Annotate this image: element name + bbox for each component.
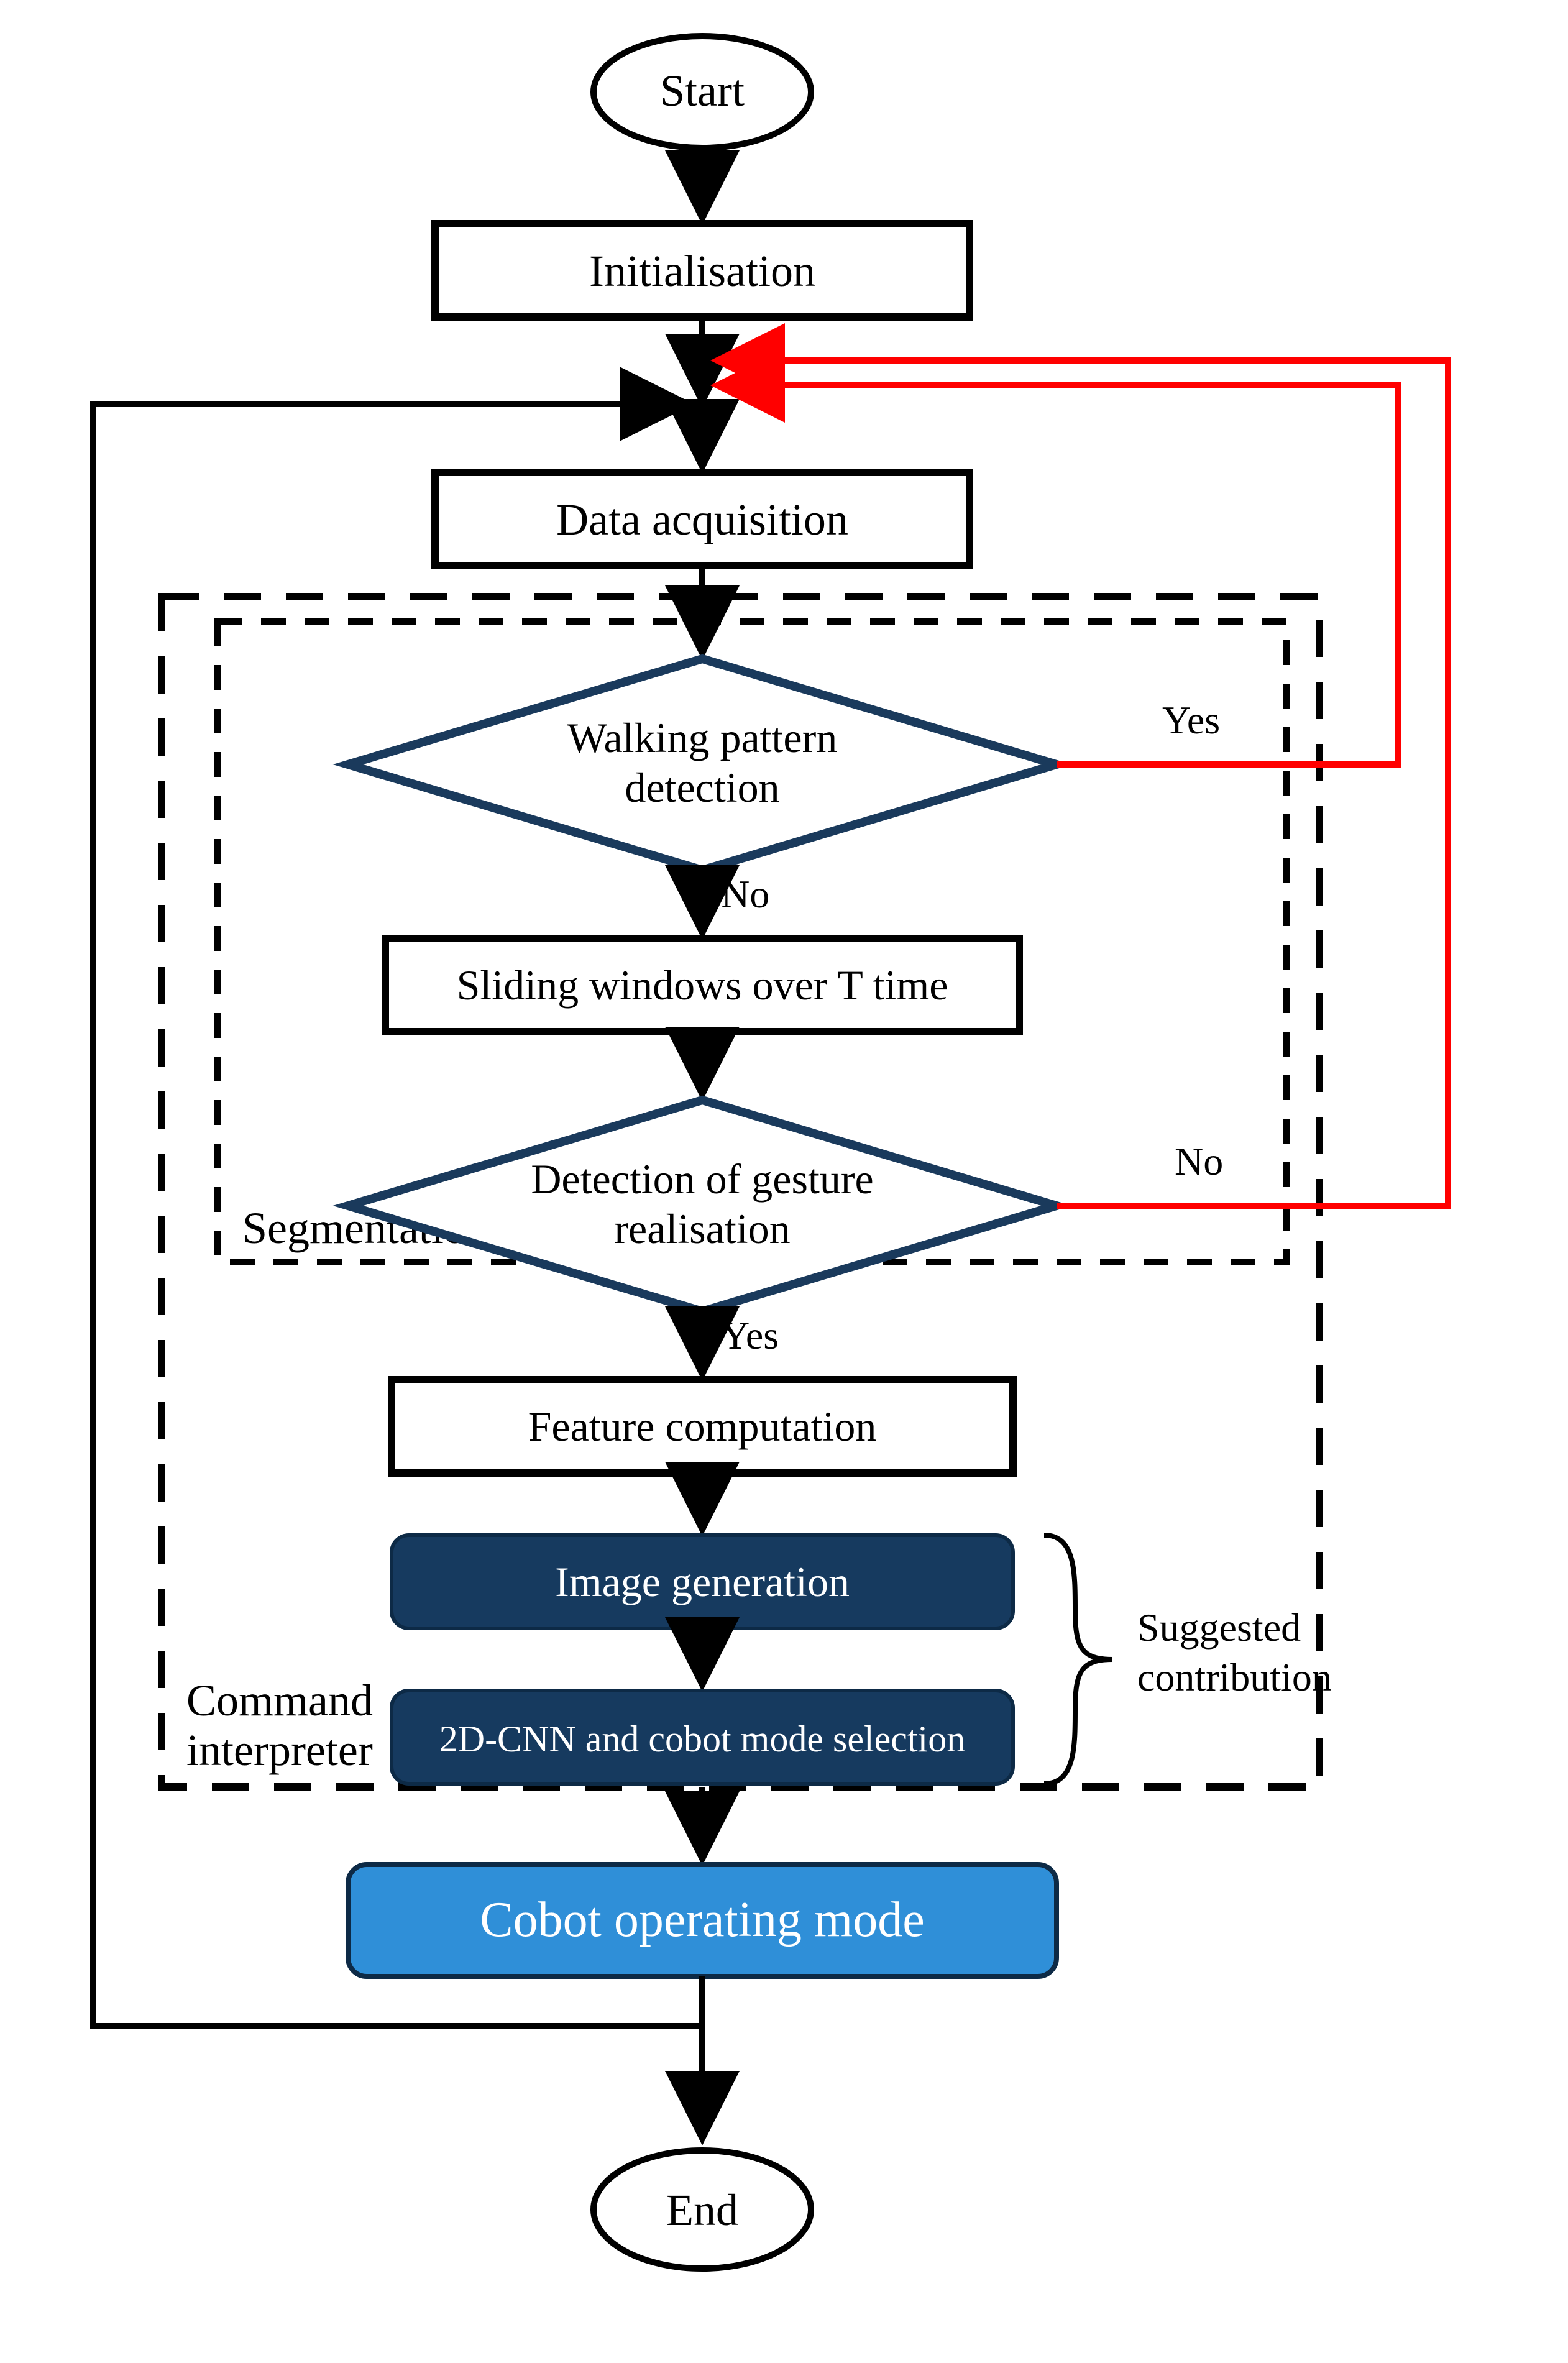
walk-label2: detection bbox=[625, 764, 779, 811]
sliding-node: Sliding windows over T time bbox=[385, 938, 1019, 1032]
gesture-decision: Detection of gesture realisation bbox=[348, 1100, 1057, 1311]
walk-decision: Walking pattern detection Walking patter… bbox=[348, 659, 1057, 870]
start-node: Start bbox=[594, 36, 811, 148]
data-acq-label: Data acquisition bbox=[556, 495, 848, 544]
command-label1: Command bbox=[186, 1676, 373, 1725]
cnn-node: 2D-CNN and cobot mode selection bbox=[392, 1691, 1013, 1784]
flowchart: Start Initialisation Data acquisition Co… bbox=[93, 36, 1448, 2269]
walk-label1: Walking pattern bbox=[567, 714, 838, 761]
feature-node: Feature computation bbox=[392, 1380, 1013, 1473]
contrib-label1: Suggested bbox=[1137, 1605, 1301, 1650]
data-acq-node: Data acquisition bbox=[435, 472, 970, 566]
end-label: End bbox=[666, 2185, 738, 2235]
sliding-label: Sliding windows over T time bbox=[457, 961, 948, 1009]
walk-no-label: No bbox=[721, 872, 769, 916]
start-label: Start bbox=[660, 66, 745, 116]
gesture-label1: Detection of gesture bbox=[531, 1155, 873, 1203]
img-gen-node: Image generation bbox=[392, 1535, 1013, 1628]
feature-label: Feature computation bbox=[528, 1403, 877, 1450]
cobot-label: Cobot operating mode bbox=[480, 1893, 924, 1947]
gesture-yes-label: Yes bbox=[721, 1313, 779, 1357]
command-label2: interpreter bbox=[186, 1725, 373, 1775]
gesture-label2: realisation bbox=[614, 1205, 790, 1252]
cnn-label: 2D-CNN and cobot mode selection bbox=[439, 1718, 965, 1760]
brace-icon bbox=[1044, 1535, 1112, 1784]
end-node: End bbox=[594, 2150, 811, 2269]
init-node: Initialisation bbox=[435, 224, 970, 317]
contrib-label2: contribution bbox=[1137, 1655, 1332, 1699]
init-label: Initialisation bbox=[589, 246, 815, 296]
cobot-node: Cobot operating mode bbox=[348, 1865, 1057, 1976]
gesture-no-label: No bbox=[1175, 1139, 1223, 1183]
walk-yes-label: Yes bbox=[1162, 698, 1220, 742]
img-gen-label: Image generation bbox=[555, 1558, 850, 1605]
